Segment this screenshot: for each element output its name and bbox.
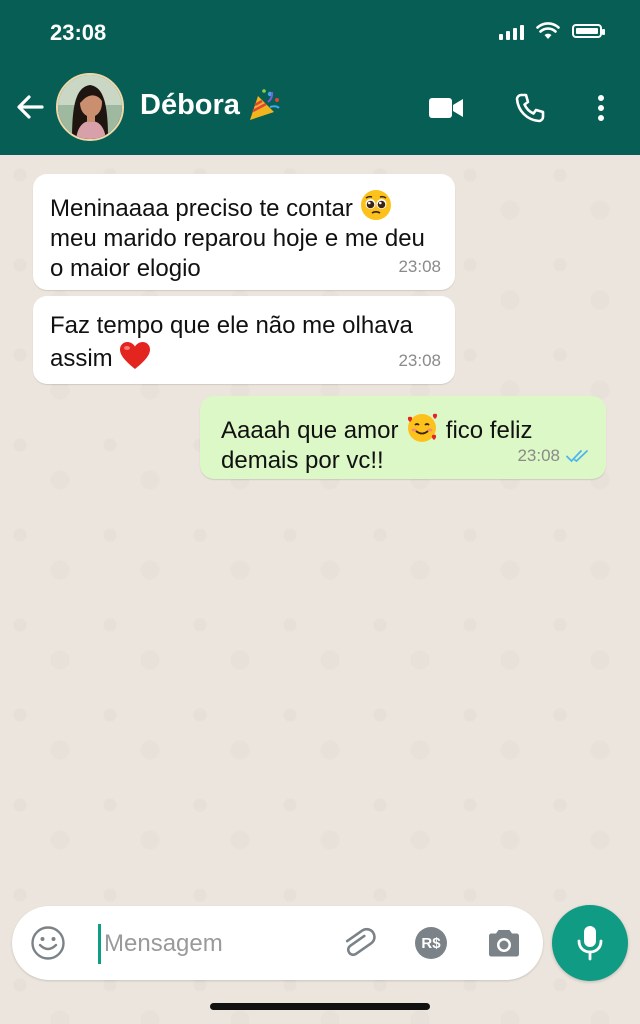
message-text: Faz tempo que ele não me olhava assim	[50, 312, 413, 372]
attach-button[interactable]	[340, 925, 376, 961]
contact-name[interactable]: Débora	[140, 88, 282, 122]
contact-name-text: Débora	[140, 88, 240, 121]
message-text: Aaaah que amor fico feliz demais por vc!…	[221, 411, 546, 476]
message-bubble-incoming[interactable]: Faz tempo que ele não me olhava assim 23…	[33, 296, 455, 384]
paperclip-icon	[345, 927, 376, 957]
message-text: Meninaaaa preciso te contar meu marido r…	[50, 189, 425, 284]
phone-icon	[515, 93, 545, 123]
party-popper-icon	[249, 89, 280, 120]
smiling-face-with-hearts-emoji	[408, 413, 438, 442]
status-time: 23:08	[50, 20, 107, 45]
more-options-button[interactable]	[590, 88, 612, 128]
pleading-face-emoji	[360, 190, 391, 220]
back-button[interactable]	[12, 89, 48, 125]
message-time: 23:08	[398, 351, 441, 370]
back-arrow-icon	[17, 95, 44, 119]
payment-button[interactable]: R$	[413, 925, 449, 961]
more-vert-icon	[598, 95, 604, 121]
payment-icon: R$	[415, 927, 447, 959]
chat-header: 23:08 Débora	[0, 0, 640, 155]
camera-icon	[489, 930, 519, 957]
message-bubble-outgoing[interactable]: Aaaah que amor fico feliz demais por vc!…	[200, 396, 606, 479]
video-call-icon	[429, 98, 463, 118]
wifi-icon	[536, 22, 560, 39]
payment-label: R$	[421, 934, 441, 952]
double-check-icon	[566, 450, 588, 463]
emoji-icon	[31, 926, 65, 960]
message-meta: 23:08	[517, 441, 592, 471]
status-icons	[499, 22, 605, 40]
avatar[interactable]	[56, 73, 124, 141]
voice-message-button[interactable]	[552, 905, 628, 981]
composer-bar: R$	[12, 906, 543, 980]
emoji-button[interactable]	[30, 925, 66, 961]
message-input[interactable]	[98, 924, 346, 964]
message-time: 23:08	[517, 446, 560, 465]
message-bubble-incoming[interactable]: Meninaaaa preciso te contar meu marido r…	[33, 174, 455, 290]
signal-icon	[499, 22, 524, 40]
home-indicator[interactable]	[210, 1003, 430, 1010]
red-heart-emoji	[120, 342, 151, 369]
video-call-button[interactable]	[426, 88, 466, 128]
camera-button[interactable]	[486, 925, 522, 961]
message-time: 23:08	[398, 257, 441, 276]
voice-call-button[interactable]	[510, 88, 550, 128]
chat-area: Meninaaaa preciso te contar meu marido r…	[0, 155, 640, 1024]
battery-icon	[572, 24, 605, 38]
microphone-icon	[577, 926, 603, 961]
